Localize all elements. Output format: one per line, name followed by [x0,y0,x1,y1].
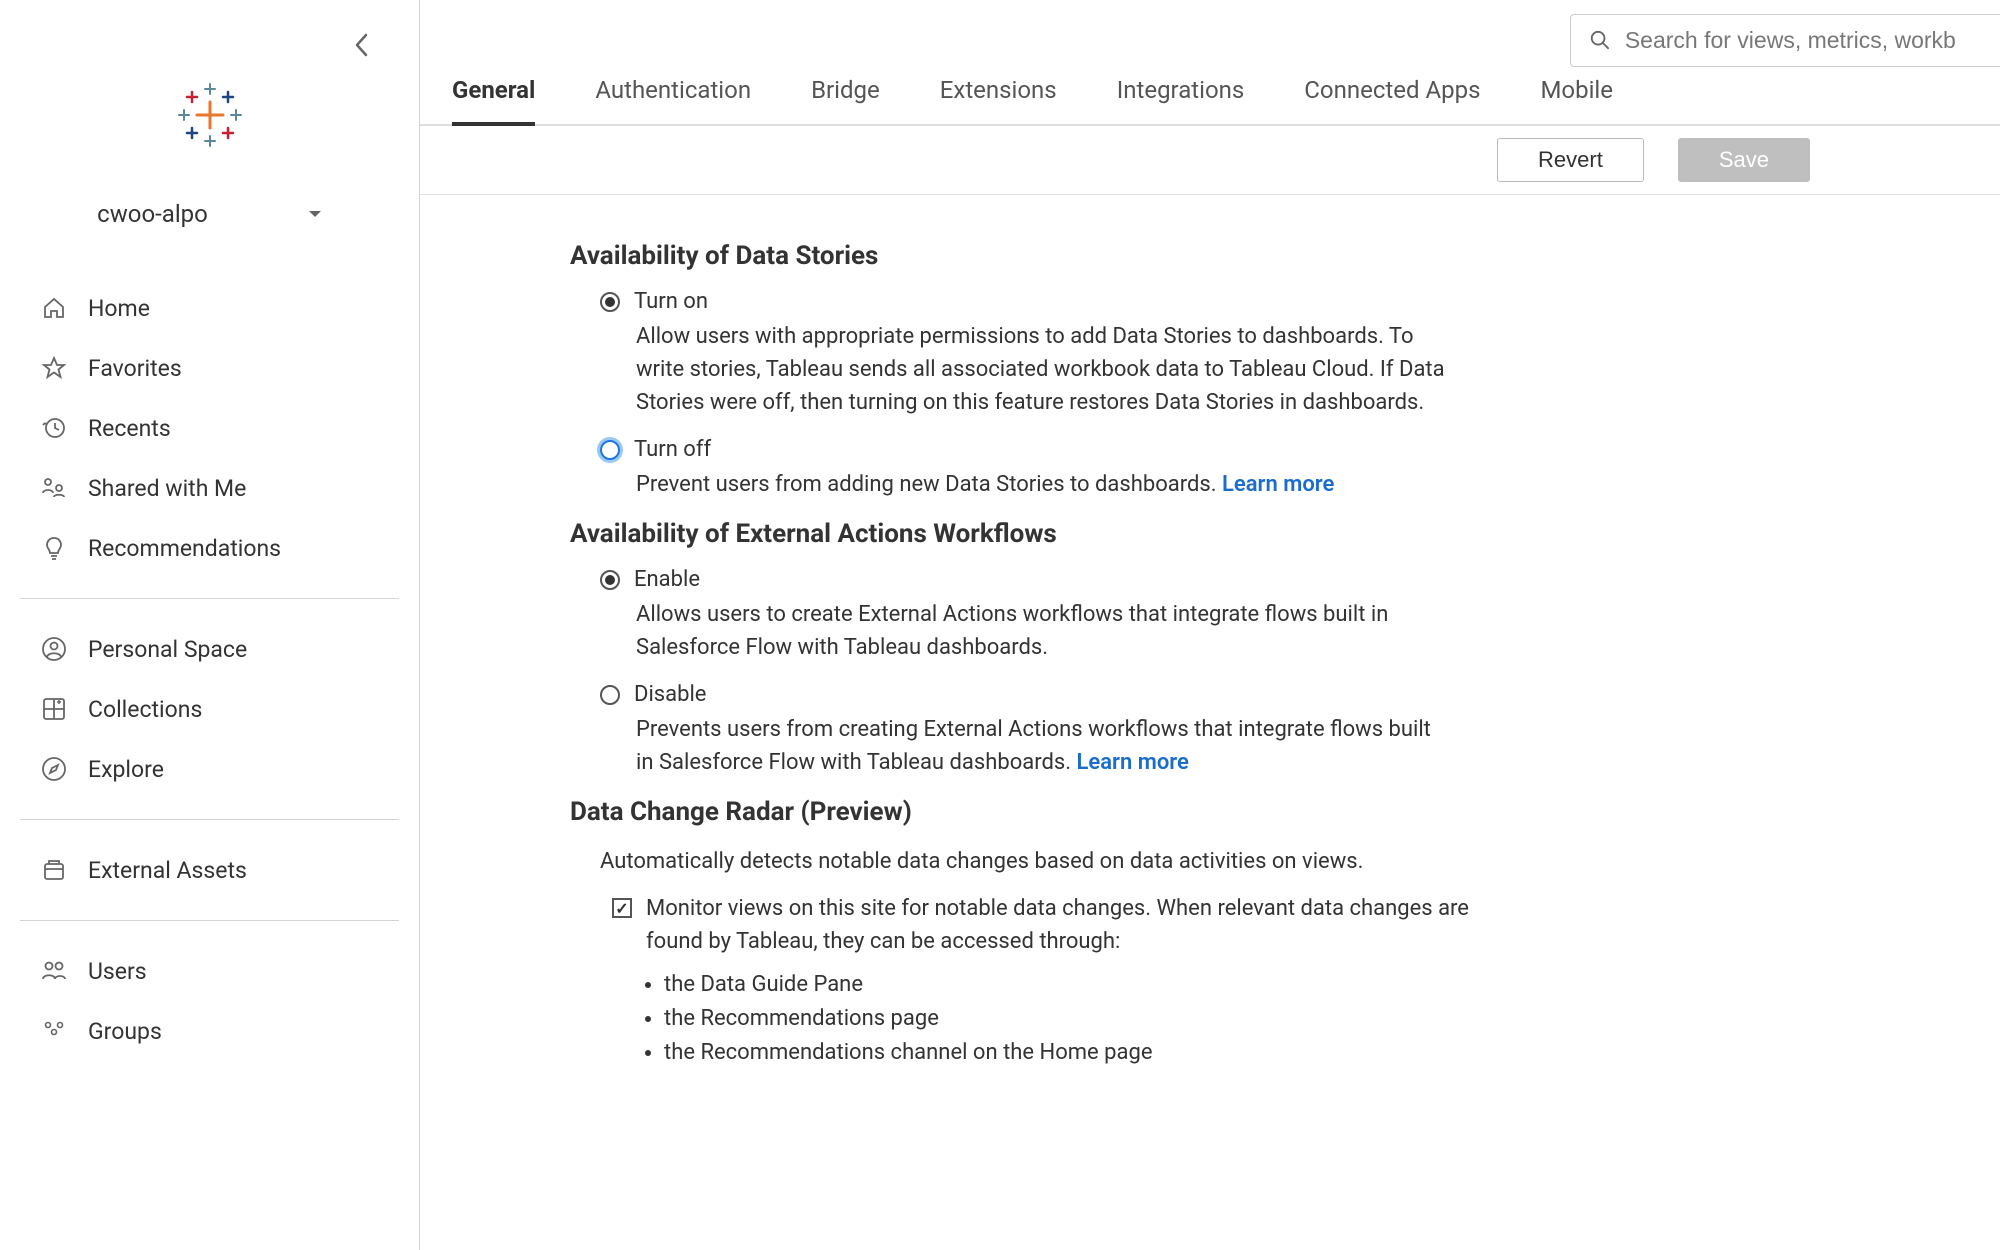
radio-enable[interactable]: Enable [600,567,1450,592]
radio-description: Allow users with appropriate permissions… [636,320,1450,419]
list-item: the Recommendations page [664,1002,1850,1036]
sidebar-item-recommendations[interactable]: Recommendations [20,518,399,578]
radio-description: Prevent users from adding new Data Stori… [636,468,1450,501]
radio-icon [600,292,620,312]
sidebar-item-label: Recommendations [88,535,281,562]
nav-divider [20,920,399,921]
collapse-sidebar-button[interactable] [347,30,377,60]
sidebar-item-label: Groups [88,1018,162,1045]
checkbox-monitor-views[interactable]: Monitor views on this site for notable d… [612,892,1472,958]
search-input[interactable] [1625,27,1982,54]
sidebar-item-shared[interactable]: Shared with Me [20,458,399,518]
shared-icon [40,474,68,502]
sidebar-item-users[interactable]: Users [20,941,399,1001]
radio-label: Disable [634,682,706,707]
sidebar-item-label: Home [88,295,150,322]
learn-more-link[interactable]: Learn more [1222,472,1334,497]
users-icon [40,957,68,985]
radio-turn-on[interactable]: Turn on [600,289,1450,314]
top-bar [420,0,2000,60]
list-item: the Recommendations channel on the Home … [664,1036,1850,1070]
settings-content: Availability of Data Stories Turn on All… [420,195,2000,1250]
radio-icon [600,570,620,590]
revert-button[interactable]: Revert [1497,138,1644,182]
sidebar-item-external-assets[interactable]: External Assets [20,840,399,900]
section-title-radar: Data Change Radar (Preview) [570,797,1850,827]
star-icon [40,354,68,382]
checkbox-group-radar: Monitor views on this site for notable d… [612,892,1472,958]
radio-icon [600,685,620,705]
checkbox-icon [612,898,632,918]
radio-group-external-actions: Enable Allows users to create External A… [600,567,1850,779]
sidebar-item-label: Recents [88,415,171,442]
nav-divider [20,819,399,820]
radio-turn-off[interactable]: Turn off [600,437,1450,462]
actions-bar: Revert Save [420,126,2000,195]
user-circle-icon [40,635,68,663]
site-name: cwoo-alpo [97,200,208,228]
chevron-left-icon [353,31,371,59]
sidebar-item-label: Personal Space [88,636,247,663]
radio-description: Allows users to create External Actions … [636,598,1450,664]
nav-primary: Home Favorites Recents Shared with Me Re… [0,278,419,1061]
sidebar-item-label: Favorites [88,355,182,382]
sidebar-item-label: External Assets [88,857,247,884]
section-title-external-actions: Availability of External Actions Workflo… [570,519,1850,549]
sidebar-item-personal-space[interactable]: Personal Space [20,619,399,679]
checkbox-label: Monitor views on this site for notable d… [646,892,1472,958]
sidebar: cwoo-alpo Home Favorites Recents [0,0,420,1250]
nav-divider [20,598,399,599]
groups-icon [40,1017,68,1045]
tableau-logo [0,80,419,150]
tab-connected-apps[interactable]: Connected Apps [1304,58,1480,126]
caret-down-icon [308,209,322,219]
sidebar-item-recents[interactable]: Recents [20,398,399,458]
sidebar-item-label: Users [88,958,147,985]
collections-icon [40,695,68,723]
sidebar-item-groups[interactable]: Groups [20,1001,399,1061]
radar-bullet-list: the Data Guide Pane the Recommendations … [664,968,1850,1070]
search-icon [1589,28,1611,52]
list-item: the Data Guide Pane [664,968,1850,1002]
sidebar-item-label: Collections [88,696,202,723]
save-button[interactable]: Save [1678,138,1810,182]
tab-integrations[interactable]: Integrations [1117,58,1245,126]
tab-bridge[interactable]: Bridge [811,58,880,126]
radio-label: Turn off [634,437,711,462]
section-description: Automatically detects notable data chang… [600,845,1490,878]
sidebar-item-favorites[interactable]: Favorites [20,338,399,398]
learn-more-link[interactable]: Learn more [1077,750,1189,775]
clock-icon [40,414,68,442]
site-selector[interactable]: cwoo-alpo [0,190,419,238]
sidebar-item-collections[interactable]: Collections [20,679,399,739]
sidebar-item-explore[interactable]: Explore [20,739,399,799]
radio-label: Enable [634,567,700,592]
radio-label: Turn on [634,289,708,314]
tab-mobile[interactable]: Mobile [1540,58,1613,126]
radio-group-data-stories: Turn on Allow users with appropriate per… [600,289,1850,501]
radio-icon [600,440,620,460]
section-title-data-stories: Availability of Data Stories [570,241,1850,271]
tab-extensions[interactable]: Extensions [940,58,1057,126]
home-icon [40,294,68,322]
compass-icon [40,755,68,783]
radio-disable[interactable]: Disable [600,682,1450,707]
external-assets-icon [40,856,68,884]
sidebar-item-label: Explore [88,756,164,783]
search-box[interactable] [1570,14,2000,67]
lightbulb-icon [40,534,68,562]
sidebar-item-label: Shared with Me [88,475,246,502]
sidebar-item-home[interactable]: Home [20,278,399,338]
settings-tabs: General Authentication Bridge Extensions… [420,60,2000,126]
radio-description: Prevents users from creating External Ac… [636,713,1450,779]
tab-general[interactable]: General [452,58,535,126]
tab-authentication[interactable]: Authentication [595,58,751,126]
main: General Authentication Bridge Extensions… [420,0,2000,1250]
